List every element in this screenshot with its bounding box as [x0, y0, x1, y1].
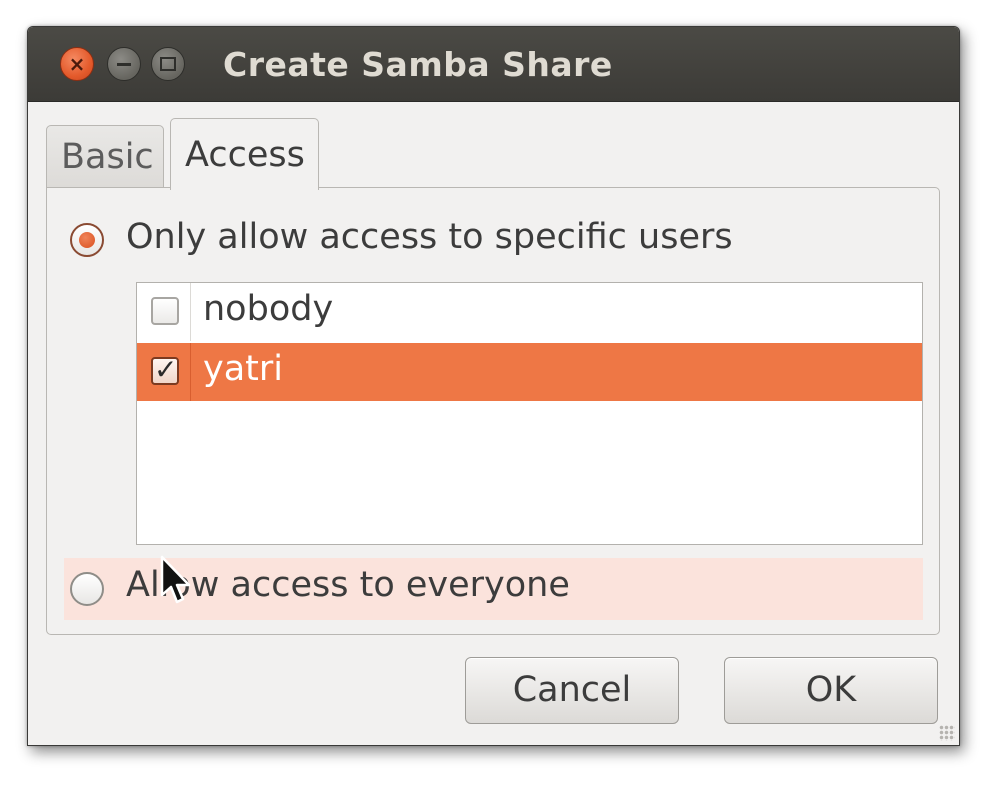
user-name: nobody	[203, 289, 334, 329]
column-divider	[190, 343, 191, 401]
close-icon[interactable]: ×	[60, 47, 94, 81]
column-divider	[190, 283, 191, 341]
window-title: Create Samba Share	[223, 45, 613, 84]
list-item[interactable]: ✓ yatri	[137, 343, 922, 401]
checkmark-icon: ✓	[154, 353, 178, 386]
create-samba-share-dialog: × Create Samba Share Basic Access Only a…	[27, 26, 960, 746]
resize-grip-icon[interactable]	[939, 725, 955, 741]
radio-everyone[interactable]	[70, 572, 104, 606]
radio-specific-users[interactable]	[70, 223, 104, 257]
maximize-icon[interactable]	[151, 47, 185, 81]
user-list[interactable]: nobody ✓ yatri	[136, 282, 923, 545]
ok-button[interactable]: OK	[724, 657, 938, 724]
user-checkbox-yatri[interactable]: ✓	[151, 353, 179, 386]
user-name: yatri	[203, 349, 283, 389]
user-checkbox-nobody[interactable]	[151, 297, 179, 325]
radio-specific-users-label[interactable]: Only allow access to specific users	[126, 217, 733, 257]
mouse-pointer-icon	[160, 555, 191, 604]
tab-access[interactable]: Access	[170, 118, 319, 190]
titlebar[interactable]: × Create Samba Share	[28, 27, 959, 102]
tab-basic[interactable]: Basic	[46, 125, 164, 187]
cancel-button[interactable]: Cancel	[465, 657, 679, 724]
list-item[interactable]: nobody	[137, 283, 922, 341]
minimize-icon[interactable]	[107, 47, 141, 81]
